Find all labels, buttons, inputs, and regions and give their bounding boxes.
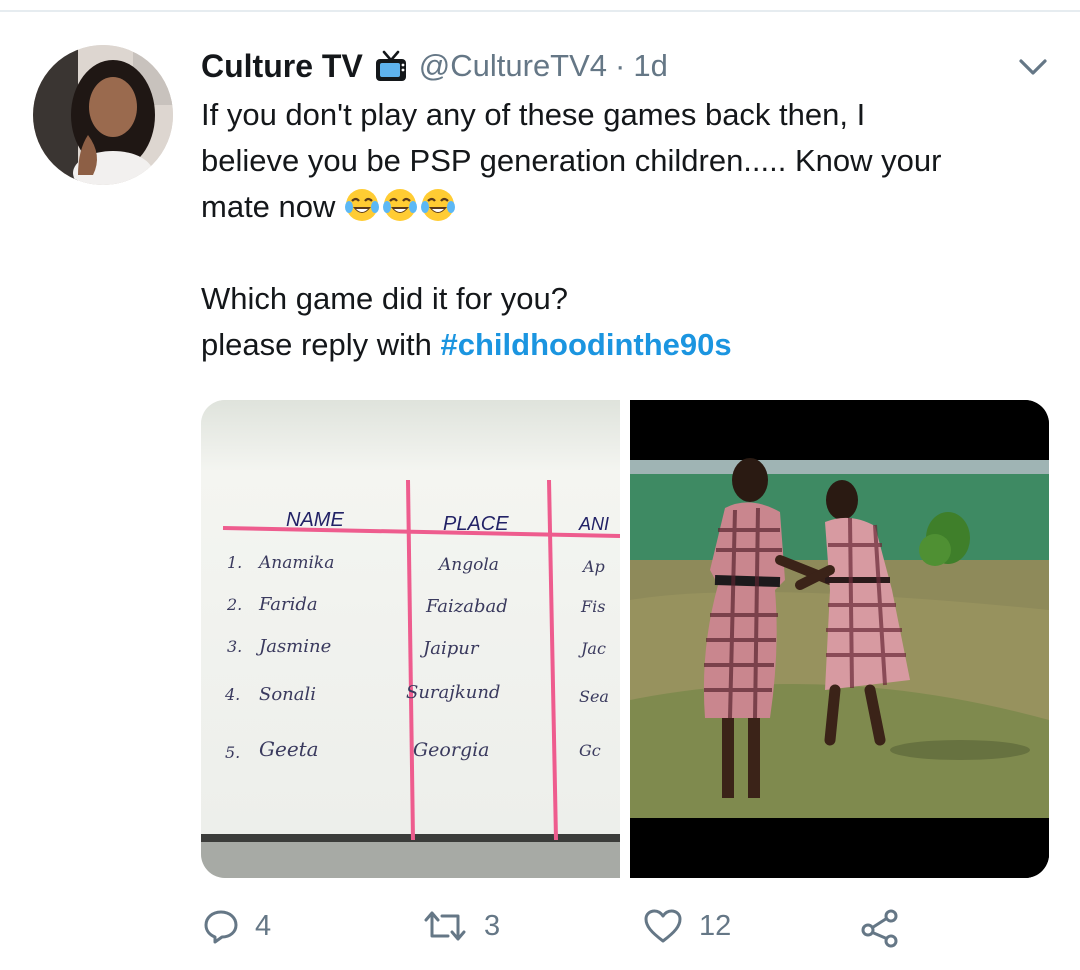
retweet-icon [424, 911, 466, 941]
timestamp[interactable]: 1d [633, 48, 667, 84]
retweet-button[interactable]: 3 [422, 908, 500, 944]
whiteboard-photo: NAME PLACE ANI 1. Anamika Angola Ap 2. F… [201, 400, 620, 878]
tears-of-joy-emoji-icon [345, 189, 380, 221]
chevron-down-icon[interactable] [1016, 54, 1050, 80]
row-num: 4. [224, 685, 240, 704]
television-icon [373, 48, 409, 84]
avatar-image [33, 45, 173, 185]
media-image-children-playing[interactable] [630, 400, 1049, 878]
tweet-actions: 4 3 12 [0, 900, 1080, 960]
header-name: NAME [286, 509, 344, 531]
tears-of-joy-emoji-icon [383, 189, 418, 221]
reply-count: 4 [255, 909, 272, 942]
handle[interactable]: @CultureTV4 [419, 48, 607, 84]
row-place: Jaipur [419, 638, 480, 659]
row-name: Anamika [257, 553, 334, 573]
tweet-text: If you don't play any of these games bac… [201, 92, 1061, 368]
reply-icon [204, 910, 238, 944]
row-place: Surajkund [406, 682, 500, 703]
header-animal: ANI [578, 514, 609, 534]
row-place: Angola [437, 555, 499, 575]
row-name: Jasmine [255, 636, 331, 657]
row-name: Geeta [259, 737, 319, 761]
row-animal: Gc [579, 741, 601, 760]
row-animal: Fis [580, 597, 605, 616]
row-name: Farida [258, 594, 318, 615]
tweet-line: mate now [201, 184, 1061, 230]
row-num: 1. [227, 553, 242, 572]
separator-dot: · [615, 48, 626, 83]
row-place: Faizabad [425, 596, 508, 617]
reply-button[interactable]: 4 [203, 908, 271, 944]
heart-icon [644, 909, 682, 943]
tweet-line-text: mate now [201, 189, 336, 224]
media-image-name-place-animal[interactable]: NAME PLACE ANI 1. Anamika Angola Ap 2. F… [201, 400, 620, 878]
avatar[interactable] [33, 45, 173, 185]
top-divider [0, 10, 1080, 12]
row-num: 3. [227, 637, 242, 656]
row-name: Sonali [259, 684, 316, 705]
row-num: 2. [226, 595, 242, 614]
row-place: Georgia [413, 739, 490, 761]
tears-of-joy-emoji-icon [421, 189, 456, 221]
like-button[interactable]: 12 [643, 908, 731, 944]
share-button[interactable] [860, 908, 902, 948]
media-grid: NAME PLACE ANI 1. Anamika Angola Ap 2. F… [201, 400, 1049, 878]
tweet-line: Which game did it for you? [201, 281, 569, 316]
tweet-line-text: please reply with [201, 327, 441, 362]
row-num: 5. [225, 743, 240, 762]
tweet-line: please reply with #childhoodinthe90s [201, 322, 1061, 368]
retweet-count: 3 [484, 909, 501, 942]
row-animal: Ap [581, 557, 605, 576]
tweet-line: If you don't play any of these games bac… [201, 97, 866, 132]
row-animal: Sea [579, 687, 609, 706]
display-name[interactable]: Culture TV [201, 48, 363, 85]
emoji-group [344, 189, 458, 224]
share-icon [861, 909, 898, 948]
row-animal: Jac [578, 639, 606, 658]
like-count: 12 [699, 909, 732, 942]
hashtag-link[interactable]: #childhoodinthe90s [441, 327, 732, 362]
tweet-line: believe you be PSP generation children..… [201, 143, 942, 178]
children-playing-photo [630, 400, 1049, 878]
header-place: PLACE [443, 513, 509, 535]
tweet-header: Culture TV @CultureTV4 · 1d [201, 46, 668, 86]
